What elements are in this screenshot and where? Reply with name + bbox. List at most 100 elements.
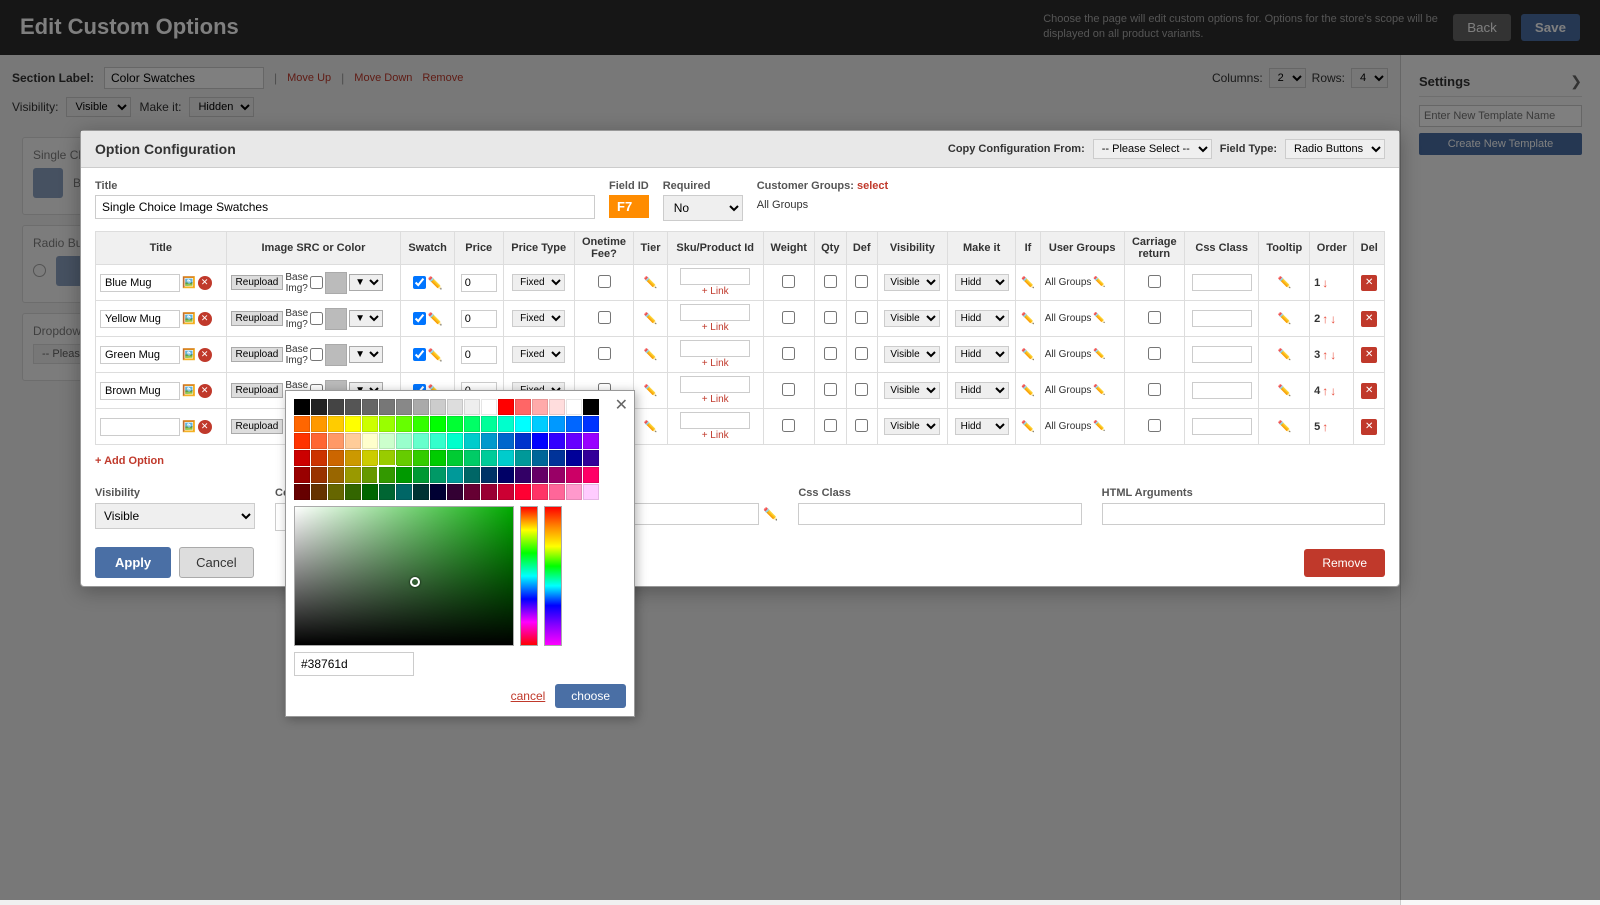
if-edit-icon[interactable]: ✏️ [1021,385,1035,397]
add-option-link[interactable]: + Add Option [95,455,164,467]
color-cell[interactable] [379,484,395,500]
color-cell[interactable] [481,484,497,500]
color-cell[interactable] [362,433,378,449]
title-edit-icon[interactable]: 🖼️ [182,348,196,361]
sku-link[interactable]: + Link [702,286,729,297]
onetime-fee-checkbox[interactable] [598,311,611,324]
close-color-picker-button[interactable]: ✕ [615,395,628,415]
color-cell[interactable] [379,467,395,483]
onetime-fee-checkbox[interactable] [598,347,611,360]
swatch-edit-icon[interactable]: ✏️ [428,312,443,326]
sku-input[interactable] [680,412,750,429]
base-img-checkbox[interactable] [310,312,323,325]
color-cell[interactable] [447,416,463,432]
img-type-select[interactable]: ▼ [349,346,383,363]
img-type-select[interactable]: ▼ [349,274,383,291]
color-cell[interactable] [311,450,327,466]
color-cell[interactable] [532,399,548,415]
delete-row-button[interactable]: ✕ [1361,347,1377,363]
color-cell[interactable] [362,467,378,483]
tooltip-row-edit-icon[interactable]: ✏️ [1277,349,1291,361]
row-make-it-select[interactable]: HiddVisible [955,274,1009,291]
order-down-button[interactable]: ↓ [1330,384,1336,398]
weight-checkbox[interactable] [782,311,795,324]
row-visibility-select[interactable]: VisibleHidden [884,346,940,363]
color-grid[interactable] [294,399,626,500]
color-cell[interactable] [311,467,327,483]
tooltip-row-edit-icon[interactable]: ✏️ [1277,421,1291,433]
row-make-it-select[interactable]: HiddVisible [955,310,1009,327]
if-edit-icon[interactable]: ✏️ [1021,421,1035,433]
color-cell[interactable] [481,399,497,415]
title-edit-icon[interactable]: 🖼️ [182,420,196,433]
css-class-row-input[interactable] [1192,382,1252,399]
opacity-strip[interactable] [544,506,562,646]
delete-row-button[interactable]: ✕ [1361,419,1377,435]
hex-input[interactable] [294,652,414,676]
color-cell[interactable] [566,467,582,483]
sku-input[interactable] [680,340,750,357]
color-cell[interactable] [345,416,361,432]
color-cell[interactable] [566,433,582,449]
color-cell[interactable] [311,416,327,432]
color-cell[interactable] [362,399,378,415]
swatch-edit-icon[interactable]: ✏️ [428,348,443,362]
color-cell[interactable] [328,399,344,415]
sku-link[interactable]: + Link [702,358,729,369]
color-cell[interactable] [413,467,429,483]
def-checkbox[interactable] [855,347,868,360]
color-cell[interactable] [447,399,463,415]
reupload-button[interactable]: Reupload [231,275,284,290]
color-cell[interactable] [515,399,531,415]
row-title-input[interactable] [100,382,180,400]
def-checkbox[interactable] [855,275,868,288]
title-remove-icon[interactable]: ✕ [198,420,212,434]
base-img-checkbox[interactable] [310,276,323,289]
color-cell[interactable] [328,450,344,466]
reupload-button[interactable]: Reupload [231,383,284,398]
color-cell[interactable] [498,433,514,449]
row-title-input[interactable] [100,274,180,292]
onetime-fee-checkbox[interactable] [598,275,611,288]
swatch-checkbox[interactable] [413,312,426,325]
color-cell[interactable] [481,433,497,449]
tooltip-row-edit-icon[interactable]: ✏️ [1277,385,1291,397]
color-cell[interactable] [294,450,310,466]
color-cell[interactable] [396,399,412,415]
color-cell[interactable] [430,450,446,466]
reupload-button[interactable]: Reupload [231,347,284,362]
color-cell[interactable] [532,416,548,432]
tier-edit-icon[interactable]: ✏️ [644,421,658,433]
row-visibility-select[interactable]: VisibleHidden [884,382,940,399]
if-edit-icon[interactable]: ✏️ [1021,313,1035,325]
tier-edit-icon[interactable]: ✏️ [644,313,658,325]
color-cell[interactable] [532,450,548,466]
row-visibility-select[interactable]: VisibleHidden [884,418,940,435]
color-cell[interactable] [413,399,429,415]
color-cell[interactable] [549,399,565,415]
user-groups-edit-icon[interactable]: ✏️ [1093,421,1105,432]
img-type-select[interactable]: ▼ [349,310,383,327]
color-cell[interactable] [413,416,429,432]
tier-edit-icon[interactable]: ✏️ [644,349,658,361]
price-input[interactable] [461,346,497,364]
remove-button[interactable]: Remove [1304,549,1385,577]
sku-input[interactable] [680,304,750,321]
color-cell[interactable] [481,467,497,483]
user-groups-edit-icon[interactable]: ✏️ [1093,349,1105,360]
title-remove-icon[interactable]: ✕ [198,384,212,398]
css-class-row-input[interactable] [1192,310,1252,327]
color-cell[interactable] [294,467,310,483]
color-cell[interactable] [413,484,429,500]
title-remove-icon[interactable]: ✕ [198,348,212,362]
color-cell[interactable] [583,416,599,432]
color-cell[interactable] [583,484,599,500]
color-cell[interactable] [362,416,378,432]
color-cell[interactable] [481,450,497,466]
color-cell[interactable] [464,450,480,466]
price-type-select[interactable]: Fixed% [512,310,565,327]
color-cell[interactable] [362,484,378,500]
color-cell[interactable] [549,467,565,483]
color-cell[interactable] [345,467,361,483]
color-cell[interactable] [515,416,531,432]
